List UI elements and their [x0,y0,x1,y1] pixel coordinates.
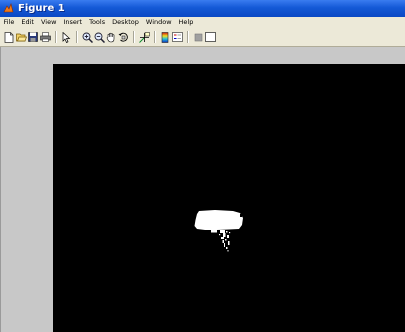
segmented-white-object [194,210,243,252]
rotate-3d-icon [118,32,128,42]
hide-plot-tools-icon [194,33,202,41]
show-plot-tools-button[interactable] [204,31,216,43]
new-figure-icon [4,31,14,43]
menu-window[interactable]: Window [142,17,175,28]
menu-view[interactable]: View [37,17,59,28]
insert-colorbar-icon [161,31,169,43]
print-icon [39,32,51,42]
toolbar-separator [133,31,134,43]
edit-plot-icon [62,31,70,43]
toolbar-separator [76,31,77,43]
open-file-button[interactable] [15,31,27,43]
data-cursor-button[interactable] [138,31,150,43]
show-plot-tools-icon [204,32,216,42]
menu-help[interactable]: Help [175,17,197,28]
save-icon [28,32,38,42]
open-file-icon [15,33,27,42]
image-axes [53,64,405,332]
menu-insert[interactable]: Insert [60,17,86,28]
toolbar-separator [154,31,155,43]
hide-plot-tools-button[interactable] [193,31,204,43]
matlab-logo-icon [3,3,14,13]
pan-icon [106,32,114,42]
window-title: Figure 1 [18,3,65,14]
save-button[interactable] [28,31,39,43]
menu-bar: File Edit View Insert Tools Desktop Wind… [0,17,405,28]
insert-legend-button[interactable] [171,31,183,43]
insert-colorbar-button[interactable] [160,31,171,43]
data-cursor-icon [138,31,150,43]
zoom-out-button[interactable] [94,31,105,43]
menu-tools[interactable]: Tools [86,17,109,28]
toolbar-separator [187,31,188,43]
pan-button[interactable] [106,31,117,43]
figure-toolbar [0,28,405,47]
menu-desktop[interactable]: Desktop [109,17,143,28]
zoom-in-icon [82,32,93,43]
menu-edit[interactable]: Edit [18,17,38,28]
menu-file[interactable]: File [0,17,18,28]
zoom-out-icon [94,32,105,43]
print-button[interactable] [39,31,51,43]
rotate-3d-button[interactable] [118,31,129,43]
zoom-in-button[interactable] [82,31,93,43]
title-bar: Figure 1 [0,0,405,17]
edit-plot-button[interactable] [61,31,72,43]
insert-legend-icon [171,32,183,42]
toolbar-separator [55,31,56,43]
new-figure-button[interactable] [4,31,15,43]
